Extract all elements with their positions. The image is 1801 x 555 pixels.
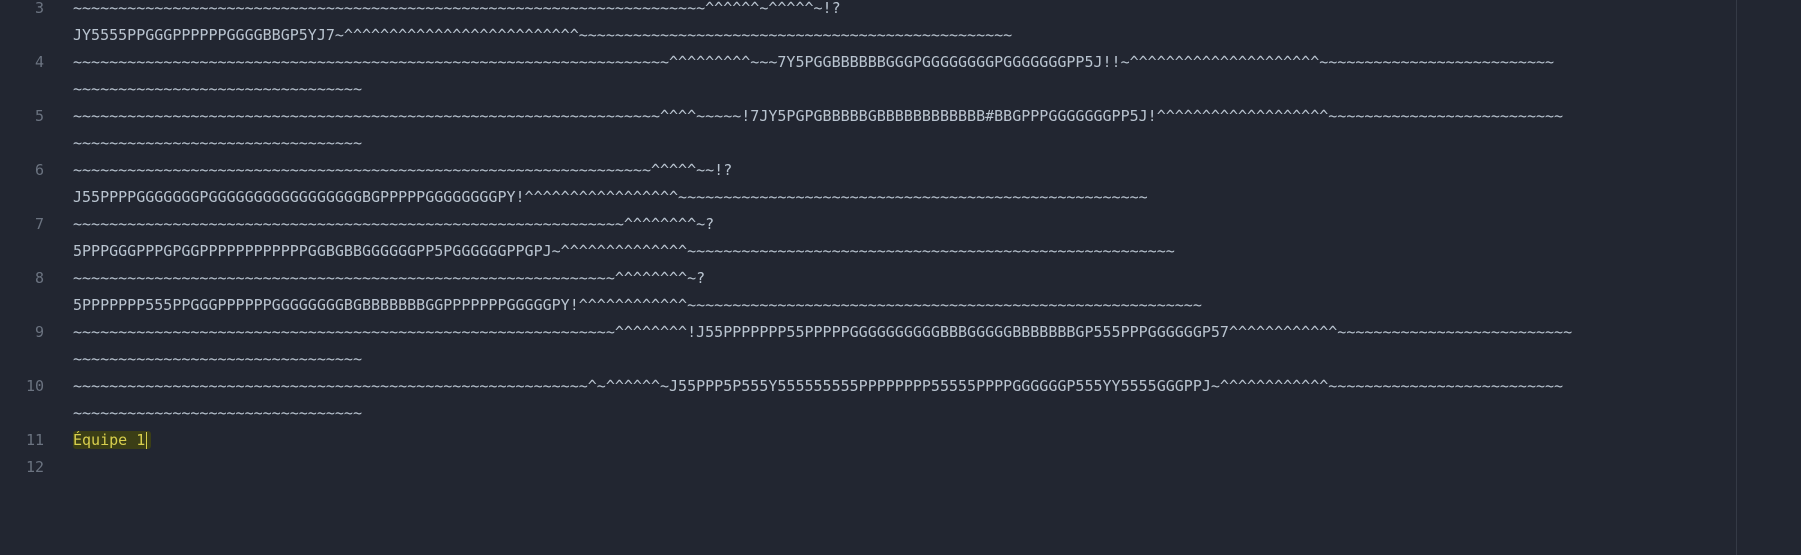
line-text[interactable]: ~~~~~~~~~~~~~~~~~~~~~~~~~~~~~~~~~~~~~~~~…: [73, 49, 1735, 76]
editor-line-wrap: ~~~~~~~~~~~~~~~~~~~~~~~~~~~~~~~~: [0, 130, 1736, 157]
line-number: 5: [34, 107, 44, 125]
editor-line: 10 ~~~~~~~~~~~~~~~~~~~~~~~~~~~~~~~~~~~~~…: [0, 373, 1736, 400]
line-text[interactable]: ~~~~~~~~~~~~~~~~~~~~~~~~~~~~~~~~~~~~~~~~…: [73, 319, 1735, 346]
line-text-wrap[interactable]: ~~~~~~~~~~~~~~~~~~~~~~~~~~~~~~~~: [73, 346, 1735, 373]
line-text-wrap[interactable]: 5PPPGGGPPPGPGGPPPPPPPPPPPPGGBGBBGGGGGGPP…: [73, 238, 1735, 265]
line-number: 3: [34, 0, 44, 17]
editor-line-wrap: ~~~~~~~~~~~~~~~~~~~~~~~~~~~~~~~~: [0, 76, 1736, 103]
line-number: 4: [34, 53, 44, 71]
line-text[interactable]: ~~~~~~~~~~~~~~~~~~~~~~~~~~~~~~~~~~~~~~~~…: [73, 103, 1735, 130]
editor-line: 4 ~~~~~~~~~~~~~~~~~~~~~~~~~~~~~~~~~~~~~~…: [0, 49, 1736, 76]
editor-line-wrap: JY5555PPGGGPPPPPPGGGGBBGP5YJ7~^^^^^^^^^^…: [0, 22, 1736, 49]
line-number: 7: [34, 215, 44, 233]
line-text-wrap[interactable]: JY5555PPGGGPPPPPPGGGGBBGP5YJ7~^^^^^^^^^^…: [73, 22, 1735, 49]
line-text-wrap[interactable]: J55PPPPGGGGGGGPGGGGGGGGGGGGGGGGGBGPPPPPG…: [73, 184, 1735, 211]
search-highlight: Équipe 1: [73, 431, 152, 449]
editor-ruler: [1736, 0, 1737, 555]
line-text[interactable]: ~~~~~~~~~~~~~~~~~~~~~~~~~~~~~~~~~~~~~~~~…: [73, 211, 1735, 238]
line-text-wrap[interactable]: ~~~~~~~~~~~~~~~~~~~~~~~~~~~~~~~~: [73, 400, 1735, 427]
editor-line: 7 ~~~~~~~~~~~~~~~~~~~~~~~~~~~~~~~~~~~~~~…: [0, 211, 1736, 238]
line-text[interactable]: ~~~~~~~~~~~~~~~~~~~~~~~~~~~~~~~~~~~~~~~~…: [73, 373, 1735, 400]
line-number: 9: [34, 323, 44, 341]
editor-line: 6 ~~~~~~~~~~~~~~~~~~~~~~~~~~~~~~~~~~~~~~…: [0, 157, 1736, 184]
line-number: 11: [25, 431, 44, 449]
editor-line-wrap: ~~~~~~~~~~~~~~~~~~~~~~~~~~~~~~~~: [0, 400, 1736, 427]
text-cursor: [146, 432, 148, 449]
editor-line: 8 ~~~~~~~~~~~~~~~~~~~~~~~~~~~~~~~~~~~~~~…: [0, 265, 1736, 292]
editor-line-active: 11 Équipe 1: [0, 427, 1736, 454]
line-number: 6: [34, 161, 44, 179]
editor-line: 5 ~~~~~~~~~~~~~~~~~~~~~~~~~~~~~~~~~~~~~~…: [0, 103, 1736, 130]
editor-line-wrap: 5PPPGGGPPPGPGGPPPPPPPPPPPPGGBGBBGGGGGGPP…: [0, 238, 1736, 265]
line-number: 12: [25, 458, 44, 476]
line-number: 10: [25, 377, 44, 395]
editor-line-wrap: J55PPPPGGGGGGGPGGGGGGGGGGGGGGGGGBGPPPPPG…: [0, 184, 1736, 211]
line-text[interactable]: ~~~~~~~~~~~~~~~~~~~~~~~~~~~~~~~~~~~~~~~~…: [73, 265, 1735, 292]
line-text-wrap[interactable]: 5PPPPPPP555PPGGGPPPPPPGGGGGGGGBGBBBBBBBG…: [73, 292, 1735, 319]
line-text-wrap[interactable]: ~~~~~~~~~~~~~~~~~~~~~~~~~~~~~~~~: [73, 76, 1735, 103]
editor-line: 12: [0, 454, 1736, 481]
editor-line-wrap: 5PPPPPPP555PPGGGPPPPPPGGGGGGGGBGBBBBBBBG…: [0, 292, 1736, 319]
line-text-wrap[interactable]: ~~~~~~~~~~~~~~~~~~~~~~~~~~~~~~~~: [73, 130, 1735, 157]
editor-line: 3 ~~~~~~~~~~~~~~~~~~~~~~~~~~~~~~~~~~~~~~…: [0, 0, 1736, 22]
editor-line: 9 ~~~~~~~~~~~~~~~~~~~~~~~~~~~~~~~~~~~~~~…: [0, 319, 1736, 346]
code-editor[interactable]: 3 ~~~~~~~~~~~~~~~~~~~~~~~~~~~~~~~~~~~~~~…: [0, 0, 1801, 555]
editor-line-wrap: ~~~~~~~~~~~~~~~~~~~~~~~~~~~~~~~~: [0, 346, 1736, 373]
line-number: 8: [34, 269, 44, 287]
line-text[interactable]: Équipe 1: [73, 427, 1735, 454]
line-text[interactable]: ~~~~~~~~~~~~~~~~~~~~~~~~~~~~~~~~~~~~~~~~…: [73, 157, 1735, 184]
line-text[interactable]: ~~~~~~~~~~~~~~~~~~~~~~~~~~~~~~~~~~~~~~~~…: [73, 0, 1735, 22]
